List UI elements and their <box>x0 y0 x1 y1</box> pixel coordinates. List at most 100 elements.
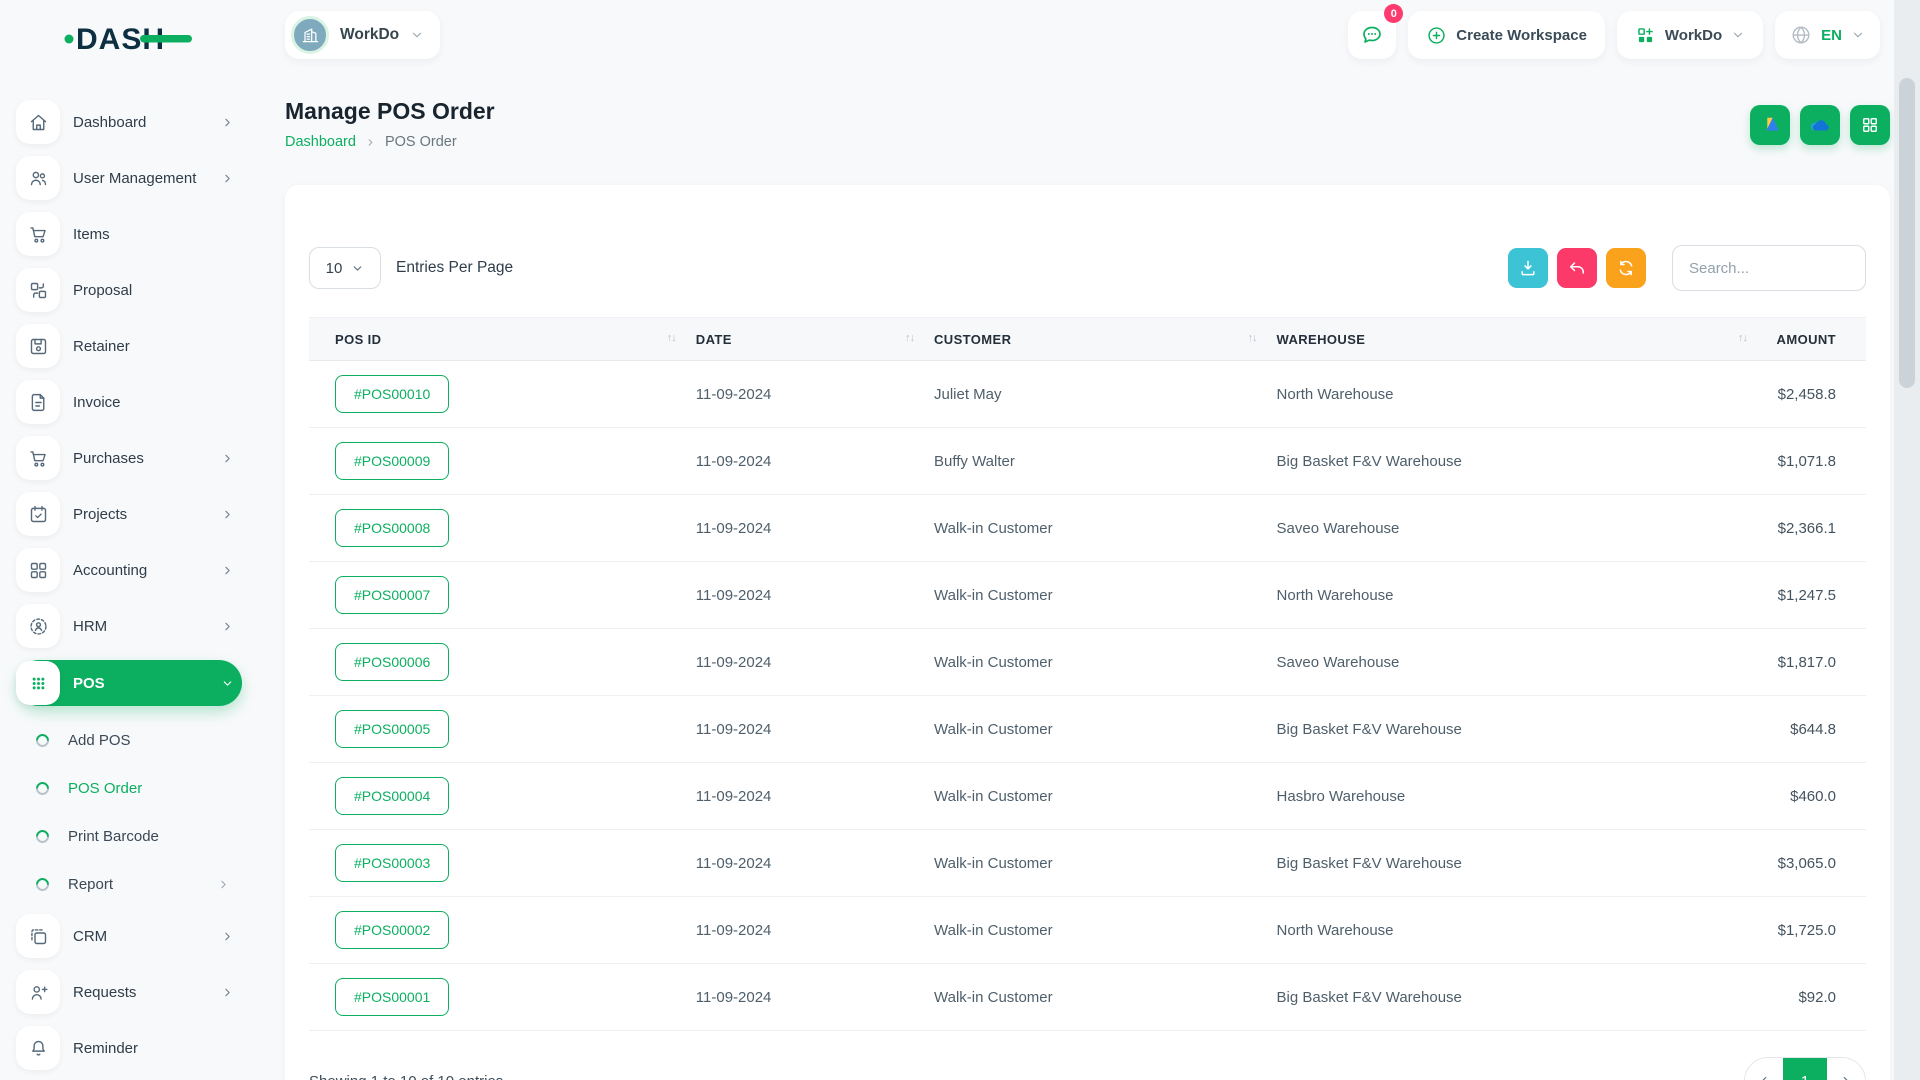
sidebar-item-label: Reminder <box>73 1040 138 1057</box>
sidebar-item-requests[interactable]: Requests <box>16 970 242 1014</box>
sidebar-item-invoice[interactable]: Invoice <box>16 380 242 424</box>
pos-id-link[interactable]: #POS00010 <box>335 375 449 413</box>
column-header-pos-id[interactable]: POS ID↑↓ <box>309 318 686 361</box>
cart-icon <box>16 436 60 480</box>
pos-id-link[interactable]: #POS00009 <box>335 442 449 480</box>
sort-icon: ↑↓ <box>905 332 914 344</box>
pos-id-link[interactable]: #POS00008 <box>335 509 449 547</box>
entries-summary: Showing 1 to 10 of 10 entries <box>309 1073 503 1080</box>
globe-icon <box>1790 24 1812 46</box>
building-icon <box>300 25 320 45</box>
download-icon <box>1518 258 1538 278</box>
table-row: #POS00004 11-09-2024 Walk-in Customer Ha… <box>309 763 1866 830</box>
sidebar-item-label: User Management <box>73 170 196 187</box>
bullet-icon <box>33 875 51 893</box>
date-cell: 11-09-2024 <box>686 629 924 696</box>
refresh-button[interactable] <box>1606 248 1646 288</box>
onedrive-button[interactable] <box>1800 105 1840 145</box>
sidebar-item-label: Requests <box>73 984 136 1001</box>
pos-id-link[interactable]: #POS00001 <box>335 978 449 1016</box>
warehouse-cell: Big Basket F&V Warehouse <box>1267 830 1757 897</box>
chevron-right-icon <box>221 116 234 129</box>
table-row: #POS00002 11-09-2024 Walk-in Customer No… <box>309 897 1866 964</box>
scrollbar-thumb[interactable] <box>1899 78 1915 388</box>
sidebar-item-label: Accounting <box>73 562 147 579</box>
sidebar-item-label: POS <box>73 675 105 692</box>
chevron-left-icon <box>1757 1074 1771 1080</box>
pos-id-link[interactable]: #POS00003 <box>335 844 449 882</box>
sidebar-item-crm[interactable]: CRM <box>16 914 242 958</box>
previous-page-button[interactable] <box>1745 1058 1783 1080</box>
pos-id-link[interactable]: #POS00005 <box>335 710 449 748</box>
app-menu-button[interactable]: WorkDo <box>1617 11 1763 59</box>
language-selector[interactable]: EN <box>1775 11 1880 59</box>
sidebar-item-retainer[interactable]: Retainer <box>16 324 242 368</box>
date-cell: 11-09-2024 <box>686 830 924 897</box>
chevron-right-icon <box>221 620 234 633</box>
entries-per-page-select[interactable]: 10 <box>309 247 381 289</box>
create-workspace-label: Create Workspace <box>1456 27 1587 44</box>
sidebar-item-purchases[interactable]: Purchases <box>16 436 242 480</box>
sort-icon: ↑↓ <box>667 332 676 344</box>
sidebar-subitem-label: Add POS <box>68 732 131 749</box>
app-menu-label: WorkDo <box>1665 27 1722 44</box>
bullet-icon <box>33 779 51 797</box>
sidebar-item-items[interactable]: Items <box>16 212 242 256</box>
create-workspace-button[interactable]: Create Workspace <box>1408 11 1605 59</box>
breadcrumb: Dashboard POS Order <box>285 133 1890 151</box>
amount-cell: $1,725.0 <box>1757 897 1866 964</box>
grid-view-button[interactable] <box>1850 105 1890 145</box>
chevron-right-icon <box>221 172 234 185</box>
column-header-customer[interactable]: CUSTOMER↑↓ <box>924 318 1267 361</box>
undo-icon <box>1567 258 1587 278</box>
table-row: #POS00007 11-09-2024 Walk-in Customer No… <box>309 562 1866 629</box>
sidebar-item-hrm[interactable]: HRM <box>16 604 242 648</box>
sort-icon: ↑↓ <box>1738 332 1747 344</box>
entries-value: 10 <box>326 260 343 277</box>
grid-icon <box>1860 115 1880 135</box>
customer-cell: Walk-in Customer <box>924 696 1267 763</box>
sidebar-item-pos[interactable]: POS <box>16 660 242 706</box>
next-page-button[interactable] <box>1827 1058 1865 1080</box>
sidebar-item-report[interactable]: Report <box>36 860 240 908</box>
bell-icon <box>16 1026 60 1070</box>
pos-id-link[interactable]: #POS00006 <box>335 643 449 681</box>
undo-button[interactable] <box>1557 248 1597 288</box>
messages-button[interactable]: 0 <box>1348 11 1396 59</box>
main-content: Manage POS Order Dashboard POS Order <box>285 70 1890 1080</box>
project-check-icon <box>16 492 60 536</box>
column-header-warehouse[interactable]: WAREHOUSE↑↓ <box>1267 318 1757 361</box>
page-number-button[interactable]: 1 <box>1783 1058 1827 1080</box>
sidebar-item-accounting[interactable]: Accounting <box>16 548 242 592</box>
amount-cell: $2,366.1 <box>1757 495 1866 562</box>
pos-order-card: 10 Entries Per Page <box>285 185 1890 1080</box>
pos-id-link[interactable]: #POS00007 <box>335 576 449 614</box>
chevron-right-icon <box>221 564 234 577</box>
search-input[interactable] <box>1672 245 1866 291</box>
workspace-selector[interactable]: WorkDo <box>285 11 440 59</box>
pos-id-link[interactable]: #POS00002 <box>335 911 449 949</box>
home-icon <box>16 100 60 144</box>
sidebar-subitem-label: Print Barcode <box>68 828 159 845</box>
sidebar-item-projects[interactable]: Projects <box>16 492 242 536</box>
chevron-right-icon <box>1839 1074 1853 1080</box>
sidebar-item-user-management[interactable]: User Management <box>16 156 242 200</box>
google-drive-button[interactable] <box>1750 105 1790 145</box>
breadcrumb-dashboard-link[interactable]: Dashboard <box>285 134 356 150</box>
grid-squares-icon <box>16 548 60 592</box>
sidebar-item-pos-order[interactable]: POS Order <box>36 764 240 812</box>
chevron-right-icon <box>365 137 376 148</box>
sidebar-item-proposal[interactable]: Proposal <box>16 268 242 312</box>
page-scrollbar[interactable] <box>1894 0 1920 1080</box>
sidebar-item-print-barcode[interactable]: Print Barcode <box>36 812 240 860</box>
logo-bar <box>140 35 192 43</box>
export-button[interactable] <box>1508 248 1548 288</box>
sidebar-item-add-pos[interactable]: Add POS <box>36 716 240 764</box>
sidebar-item-dashboard[interactable]: Dashboard <box>16 100 242 144</box>
google-drive-icon <box>1759 115 1781 135</box>
sidebar-item-reminder[interactable]: Reminder <box>16 1026 242 1070</box>
pos-id-link[interactable]: #POS00004 <box>335 777 449 815</box>
sidebar-item-label: Retainer <box>73 338 130 355</box>
chevron-down-icon <box>351 262 364 275</box>
column-header-date[interactable]: DATE↑↓ <box>686 318 924 361</box>
